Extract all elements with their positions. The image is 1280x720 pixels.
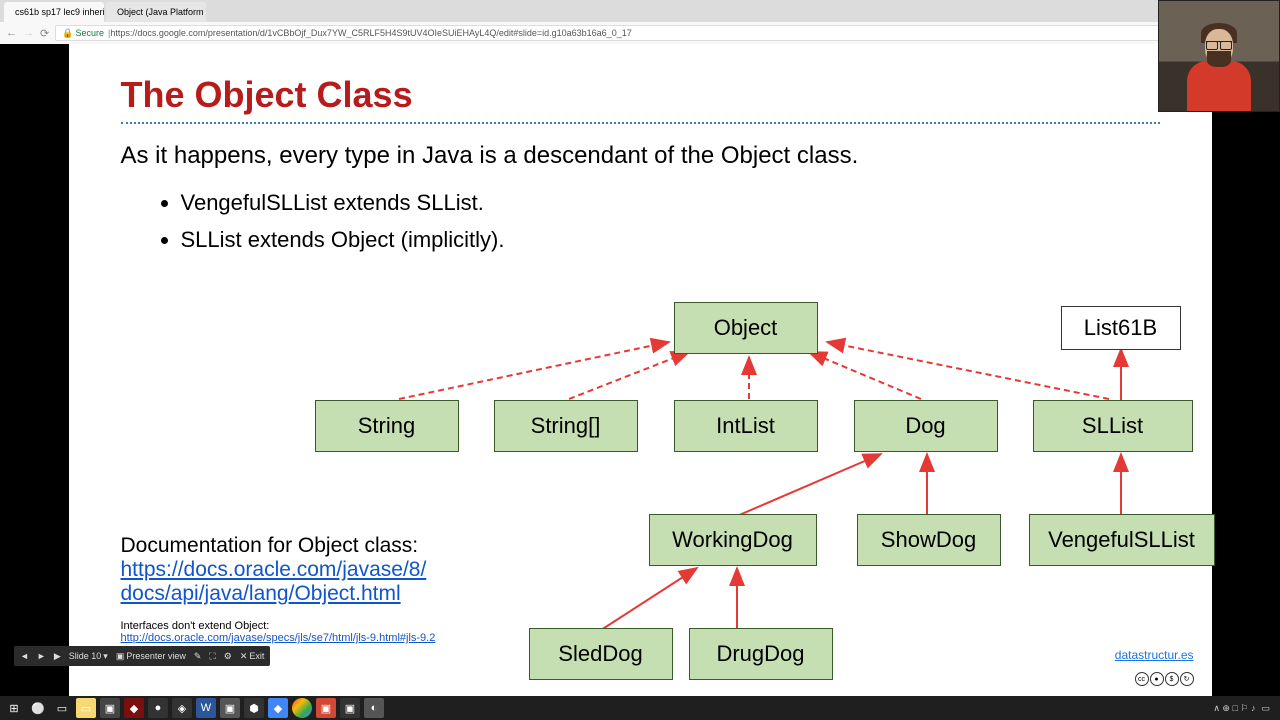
node-string: String xyxy=(315,400,459,452)
browser-chrome: cs61b sp17 lec9 inherit × Object (Java P… xyxy=(0,0,1280,44)
tab-label: cs61b sp17 lec9 inherit xyxy=(15,7,104,17)
browser-tab-active[interactable]: cs61b sp17 lec9 inherit × xyxy=(4,2,104,22)
windows-taskbar: ⊞ ⚪ ▭ ▭ ▣ ◆ ● ◈ W ▣ ⬢ ◆ ▣ ▣ ◐ ∧ ⊕ □ ⚐ ♪ … xyxy=(0,696,1280,720)
task-view-button[interactable]: ▭ xyxy=(52,698,72,718)
pointer-button[interactable]: ✎ xyxy=(194,651,202,662)
search-button[interactable]: ⚪ xyxy=(28,698,48,718)
slide-title: The Object Class xyxy=(121,74,1160,116)
taskbar-app-icon[interactable]: ◈ xyxy=(172,698,192,718)
secure-label: Secure xyxy=(75,28,104,38)
node-sllist: SLList xyxy=(1033,400,1193,452)
presentation-viewport: The Object Class As it happens, every ty… xyxy=(0,44,1280,696)
taskbar-app-icon[interactable]: ⬢ xyxy=(244,698,264,718)
back-button[interactable]: ← xyxy=(6,27,17,39)
browser-tab[interactable]: Object (Java Platform S × xyxy=(106,2,206,22)
start-button[interactable]: ⊞ xyxy=(4,698,24,718)
exit-button[interactable]: ✕ Exit xyxy=(240,651,265,662)
file-explorer-icon[interactable]: ▭ xyxy=(76,698,96,718)
brand-link[interactable]: datastructur.es xyxy=(1115,648,1194,662)
taskbar-app-icon[interactable]: ◆ xyxy=(268,698,288,718)
small-note-label: Interfaces don't extend Object: xyxy=(121,620,270,632)
node-dog: Dog xyxy=(854,400,998,452)
node-drugdog: DrugDog xyxy=(689,628,833,680)
cc-license-badge: cc ● $ ↻ xyxy=(1135,672,1194,686)
taskbar-app-icon[interactable]: ▣ xyxy=(340,698,360,718)
lock-icon: 🔒 xyxy=(62,28,73,39)
webcam-overlay xyxy=(1158,0,1280,112)
taskbar-app-icon[interactable]: ▣ xyxy=(220,698,240,718)
taskbar-app-icon[interactable]: W xyxy=(196,698,216,718)
by-icon: ● xyxy=(1150,672,1164,686)
nc-icon: $ xyxy=(1165,672,1179,686)
doc-link[interactable]: https://docs.oracle.com/javase/8/docs/ap… xyxy=(121,558,427,605)
documentation-block: Documentation for Object class: https://… xyxy=(121,534,436,644)
tab-strip: cs61b sp17 lec9 inherit × Object (Java P… xyxy=(0,0,1280,22)
bullet-item: VengefulSLList extends SLList. xyxy=(181,184,1160,221)
node-list61b: List61B xyxy=(1061,306,1181,350)
presenter-toolbar: ◄ ► ▶ Slide 10 ▾ ▣ Presenter view ✎ ⛶ ⚙ … xyxy=(14,646,270,666)
chrome-icon[interactable] xyxy=(292,698,312,718)
fullscreen-button[interactable]: ⛶ xyxy=(209,651,215,662)
address-bar[interactable]: 🔒 Secure | https://docs.google.com/prese… xyxy=(55,25,1241,41)
lead-text: As it happens, every type in Java is a d… xyxy=(121,142,1160,170)
node-workingdog: WorkingDog xyxy=(649,514,817,566)
next-slide-button[interactable]: ► xyxy=(37,651,46,661)
bullet-item: SLList extends Object (implicitly). xyxy=(181,221,1160,258)
address-row: ← → ⟳ 🔒 Secure | https://docs.google.com… xyxy=(0,22,1280,44)
taskbar-app-icon[interactable]: ◆ xyxy=(124,698,144,718)
slide: The Object Class As it happens, every ty… xyxy=(69,44,1212,696)
node-showdog: ShowDog xyxy=(857,514,1001,566)
tab-label: Object (Java Platform S xyxy=(117,7,206,17)
doc-label: Documentation for Object class: xyxy=(121,534,436,558)
system-tray[interactable]: ∧ ⊕ □ ⚐ ♪ ▭ xyxy=(1213,703,1276,714)
bullet-list: VengefulSLList extends SLList. SLList ex… xyxy=(121,184,1160,259)
sa-icon: ↻ xyxy=(1180,672,1194,686)
taskbar-app-icon[interactable]: ● xyxy=(148,698,168,718)
forward-button[interactable]: → xyxy=(23,27,34,39)
slide-indicator[interactable]: Slide 10 ▾ xyxy=(69,651,108,662)
small-note-link[interactable]: http://docs.oracle.com/javase/specs/jls/… xyxy=(121,632,436,644)
settings-button[interactable]: ⚙ xyxy=(224,651,232,662)
taskbar-app-icon[interactable]: ▣ xyxy=(316,698,336,718)
tray-icons[interactable]: ∧ ⊕ □ ⚐ ♪ xyxy=(1213,703,1255,714)
node-stringarr: String[] xyxy=(494,400,638,452)
notification-center-button[interactable]: ▭ xyxy=(1261,703,1270,714)
taskbar-app-icon[interactable]: ◐ xyxy=(364,698,384,718)
reload-button[interactable]: ⟳ xyxy=(40,27,49,40)
taskbar-app-icon[interactable]: ▣ xyxy=(100,698,120,718)
title-divider xyxy=(121,122,1160,124)
node-intlist: IntList xyxy=(674,400,818,452)
node-sleddog: SledDog xyxy=(529,628,673,680)
cc-icon: cc xyxy=(1135,672,1149,686)
prev-slide-button[interactable]: ◄ xyxy=(20,651,29,661)
play-button[interactable]: ▶ xyxy=(54,651,61,662)
node-object: Object xyxy=(674,302,818,354)
presenter-view-button[interactable]: ▣ Presenter view xyxy=(116,651,186,662)
node-vengeful: VengefulSLList xyxy=(1029,514,1215,566)
url-text: https://docs.google.com/presentation/d/1… xyxy=(110,28,631,38)
